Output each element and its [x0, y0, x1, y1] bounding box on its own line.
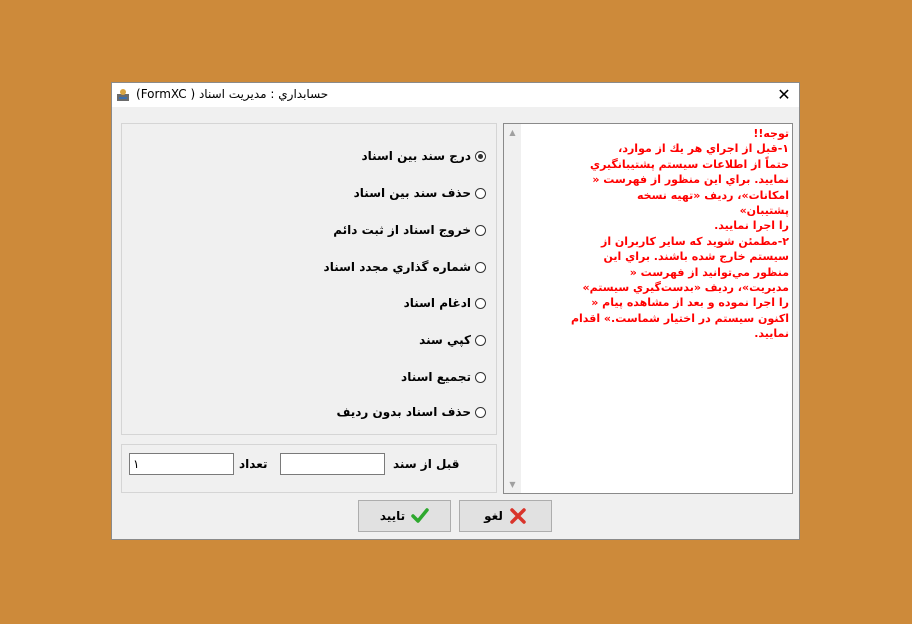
option-label: ادغام اسناد [403, 296, 471, 310]
title-bar[interactable]: حسابداري : مديريت اسناد ( FormXC) ✕ [112, 83, 799, 107]
option-unpost-docs[interactable]: خروج اسناد از ثبت دائم [333, 221, 486, 239]
option-copy-doc[interactable]: كپي سند [419, 331, 486, 349]
before-doc-label: قبل از سند [393, 457, 460, 471]
confirm-button[interactable]: تاييد [358, 500, 451, 532]
option-label: حذف سند بين اسناد [353, 186, 471, 200]
checkmark-icon [411, 508, 429, 523]
option-renumber-docs[interactable]: شماره گذاري مجدد اسناد [324, 258, 486, 276]
dialog-window: حسابداري : مديريت اسناد ( FormXC) ✕ ▲ ▼ … [111, 82, 800, 540]
option-label: خروج اسناد از ثبت دائم [333, 223, 471, 237]
radio-insert-doc[interactable] [475, 150, 486, 162]
notes-box[interactable]: ▲ ▼ توجه!! ۱-قبل از اجراي هر يك از موارد… [503, 123, 793, 494]
confirm-label: تاييد [379, 509, 406, 523]
close-icon: ✕ [777, 85, 791, 104]
count-input[interactable] [129, 453, 234, 475]
cancel-label: لغو [484, 509, 503, 523]
option-delete-empty-docs[interactable]: حذف اسناد بدون رديف [336, 403, 486, 421]
radio-aggregate-docs[interactable] [475, 371, 486, 383]
scroll-down-icon[interactable]: ▼ [504, 476, 521, 493]
options-panel [121, 123, 497, 435]
option-label: شماره گذاري مجدد اسناد [323, 260, 471, 274]
scroll-up-icon[interactable]: ▲ [504, 124, 521, 141]
before-doc-input[interactable] [280, 453, 385, 475]
option-aggregate-docs[interactable]: تجميع اسناد [401, 368, 486, 386]
notes-scrollbar[interactable]: ▲ ▼ [504, 124, 521, 493]
notes-text: توجه!! ۱-قبل از اجراي هر يك از موارد، حت… [570, 127, 789, 341]
cancel-button[interactable]: لغو [459, 500, 552, 532]
radio-unpost-docs[interactable] [475, 224, 486, 236]
option-label: كپي سند [419, 333, 471, 347]
window-title: حسابداري : مديريت اسناد ( FormXC) [136, 87, 329, 101]
cancel-icon [510, 508, 526, 524]
radio-merge-docs[interactable] [475, 297, 486, 309]
option-merge-docs[interactable]: ادغام اسناد [404, 294, 486, 312]
option-insert-doc[interactable]: درج سند بين اسناد [361, 147, 486, 165]
radio-copy-doc[interactable] [475, 334, 486, 346]
radio-renumber-docs[interactable] [475, 261, 486, 273]
option-delete-doc[interactable]: حذف سند بين اسناد [354, 184, 486, 202]
app-icon [117, 89, 129, 101]
option-label: درج سند بين اسناد [361, 149, 471, 163]
option-label: تجميع اسناد [401, 370, 471, 384]
count-label: تعداد [239, 457, 268, 471]
radio-delete-empty-docs[interactable] [475, 406, 486, 418]
close-button[interactable]: ✕ [769, 83, 799, 107]
radio-delete-doc[interactable] [475, 187, 486, 199]
option-label: حذف اسناد بدون رديف [336, 405, 471, 419]
